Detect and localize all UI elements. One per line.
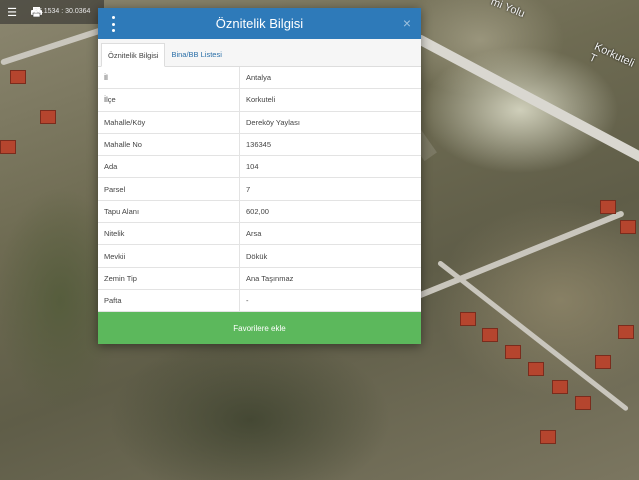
attribute-info-panel: Öznitelik Bilgisi × Öznitelik Bilgisi Bi… xyxy=(98,8,421,344)
building xyxy=(460,312,476,326)
row-key: Tapu Alanı xyxy=(98,200,240,223)
row-value: Arsa xyxy=(246,229,262,239)
row-key: Nitelik xyxy=(98,223,240,245)
row-key: Ada xyxy=(98,156,240,178)
row-value: 104 xyxy=(246,162,259,172)
row-key: İl xyxy=(98,67,240,89)
row-value: Antalya xyxy=(246,73,272,83)
building xyxy=(600,200,616,214)
row-key: Mahalle No xyxy=(98,133,240,156)
building xyxy=(505,345,521,359)
menu-icon[interactable]: ☰ xyxy=(0,0,24,24)
coordinates-readout: 37.1534 : 30.0364 xyxy=(34,8,91,15)
table-row: Mevkii Dökük xyxy=(98,245,421,268)
table-row: İl Antalya xyxy=(98,67,421,90)
table-row: Mahalle/Köy Dereköy Yaylası xyxy=(98,111,421,134)
road-label: mi Yolu xyxy=(489,0,527,21)
row-value: Dereköy Yaylası xyxy=(246,117,300,127)
row-value: Dökük xyxy=(246,251,268,261)
row-key: Pafta xyxy=(98,289,240,312)
table-row: Parsel 7 xyxy=(98,178,421,201)
table-row: Tapu Alanı 602,00 xyxy=(98,200,421,224)
row-value: Ana Taşınmaz xyxy=(246,273,294,283)
building xyxy=(620,220,636,234)
building xyxy=(482,328,498,342)
table-row: Nitelik Arsa xyxy=(98,223,421,246)
table-row: Pafta - xyxy=(98,289,421,313)
row-value: Korkuteli xyxy=(246,95,276,105)
building xyxy=(40,110,56,124)
add-to-favorites-button[interactable]: Favorilere ekle xyxy=(98,312,421,344)
panel-title: Öznitelik Bilgisi xyxy=(215,16,304,31)
building xyxy=(540,430,556,444)
road xyxy=(436,260,630,412)
table-row: Zemin Tip Ana Taşınmaz xyxy=(98,267,421,290)
panel-header: Öznitelik Bilgisi × xyxy=(98,8,421,39)
tab-attribute-info[interactable]: Öznitelik Bilgisi xyxy=(101,43,166,67)
road xyxy=(400,210,625,306)
tab-building-list[interactable]: Bina/BB Listesi xyxy=(165,42,227,66)
row-value: 136345 xyxy=(246,140,272,150)
building xyxy=(0,140,16,154)
building xyxy=(575,396,591,410)
building xyxy=(528,362,544,376)
building xyxy=(618,325,634,339)
row-key: Zemin Tip xyxy=(98,267,240,289)
table-row: Ada 104 xyxy=(98,156,421,179)
attribute-table: İl Antalya İlçe Korkuteli Mahalle/Köy Derek… xyxy=(98,67,421,313)
building xyxy=(10,70,26,84)
road-label: Korkuteli T xyxy=(587,40,637,70)
row-key: İlçe xyxy=(98,89,240,111)
table-row: Mahalle No 136345 xyxy=(98,133,421,157)
row-key: Mevkii xyxy=(98,245,240,267)
table-row: İlçe Korkuteli xyxy=(98,89,421,112)
row-key: Parsel xyxy=(98,178,240,200)
building xyxy=(552,380,568,394)
panel-tabs: Öznitelik Bilgisi Bina/BB Listesi xyxy=(98,39,421,67)
panel-menu-icon[interactable] xyxy=(108,16,118,32)
building xyxy=(595,355,611,369)
row-key: Mahalle/Köy xyxy=(98,111,240,133)
row-value: 7 xyxy=(246,184,251,194)
close-icon[interactable]: × xyxy=(403,15,411,31)
row-value: - xyxy=(246,296,249,306)
row-value: 602,00 xyxy=(246,206,269,216)
